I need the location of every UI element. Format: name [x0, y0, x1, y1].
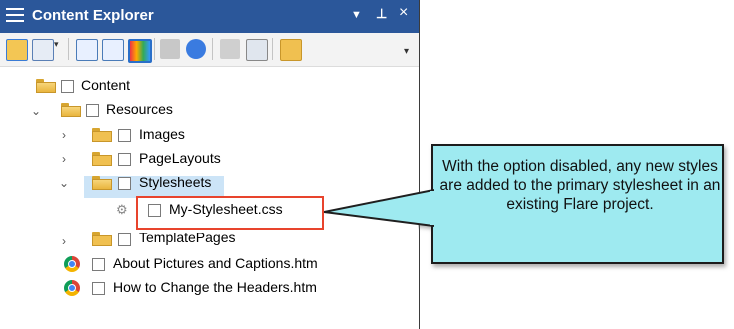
panel-titlebar: Content Explorer ▼ ⊥ ×: [0, 0, 419, 33]
tree-item-pagelayouts[interactable]: PageLayouts: [139, 150, 221, 166]
tree-item-stylesheet-file[interactable]: My-Stylesheet.css: [169, 201, 283, 217]
hamburger-menu-icon[interactable]: [6, 8, 24, 24]
chevron-down-icon[interactable]: ⌄: [30, 104, 42, 118]
close-icon[interactable]: ×: [399, 4, 408, 22]
paste-icon[interactable]: [102, 39, 124, 61]
folder-icon: [92, 152, 112, 166]
toolbar: ▾ ▾: [0, 33, 419, 67]
tree-item-templatepages[interactable]: TemplatePages: [139, 233, 236, 245]
callout-pointer: [324, 189, 434, 227]
checkbox[interactable]: [61, 80, 74, 93]
chevron-right-icon[interactable]: ›: [58, 128, 70, 142]
checkbox[interactable]: [148, 204, 161, 217]
chevron-down-icon[interactable]: ⌄: [58, 176, 70, 190]
checkbox[interactable]: [86, 104, 99, 117]
panel-title: Content Explorer: [32, 7, 154, 24]
folder-icon: [92, 128, 112, 142]
upload-icon[interactable]: [220, 39, 240, 59]
folder-view-icon[interactable]: [6, 39, 28, 61]
folder-icon: [92, 176, 112, 190]
checkbox[interactable]: [118, 153, 131, 166]
chevron-right-icon[interactable]: ›: [58, 152, 70, 166]
checkbox[interactable]: [118, 177, 131, 190]
checkbox[interactable]: [92, 258, 105, 271]
link-icon[interactable]: [160, 39, 180, 59]
properties-icon[interactable]: [246, 39, 268, 61]
folder-icon: [61, 103, 81, 117]
refresh-icon[interactable]: [186, 39, 206, 59]
content-explorer-panel: Content Explorer ▼ ⊥ × ▾ ▾ Content ⌄ Res…: [0, 0, 420, 329]
browser-file-icon: [64, 256, 80, 272]
tree-item-images[interactable]: Images: [139, 126, 185, 142]
tree-item-resources[interactable]: Resources: [106, 101, 173, 117]
dropdown-icon[interactable]: ▼: [351, 9, 362, 21]
copy-icon[interactable]: [76, 39, 98, 61]
checkbox[interactable]: [118, 233, 131, 246]
browser-file-icon: [64, 280, 80, 296]
new-folder-icon[interactable]: [280, 39, 302, 61]
callout-text: With the option disabled, any new styles…: [439, 158, 721, 213]
toolbar-separator: [154, 38, 155, 60]
tree-item-file1[interactable]: About Pictures and Captions.htm: [113, 255, 318, 271]
checkbox[interactable]: [118, 129, 131, 142]
grid-view-icon[interactable]: [32, 39, 54, 61]
checkbox[interactable]: [92, 282, 105, 295]
folder-icon: [92, 232, 112, 246]
toolbar-separator: [212, 38, 213, 60]
stylesheet-file-icon: ⚙: [116, 202, 128, 217]
pin-icon[interactable]: ⊥: [376, 6, 387, 22]
toolbar-separator: [272, 38, 273, 60]
folder-icon: [36, 79, 56, 93]
tree-item-file2[interactable]: How to Change the Headers.htm: [113, 279, 317, 295]
chevron-down-icon[interactable]: ▾: [54, 39, 62, 59]
tree-item-stylesheets[interactable]: Stylesheets: [139, 174, 211, 190]
chevron-right-icon[interactable]: ›: [58, 234, 70, 248]
tree-item-content[interactable]: Content: [81, 77, 130, 93]
overflow-icon[interactable]: ▾: [404, 46, 414, 66]
color-grid-icon[interactable]: [128, 39, 152, 63]
toolbar-separator: [68, 38, 69, 60]
